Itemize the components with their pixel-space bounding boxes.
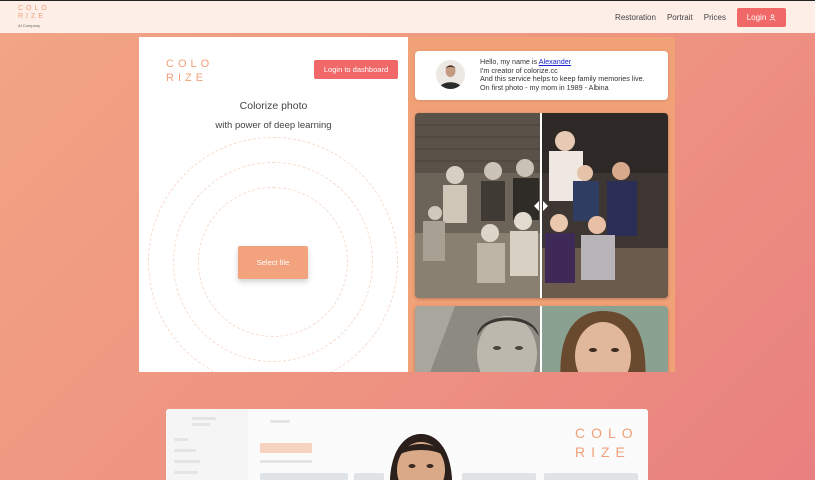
select-file-button[interactable]: Select file [238,246,308,279]
login-to-dashboard-button[interactable]: Login to dashboard [314,60,398,79]
nav-logo-line1: COLO [18,5,50,12]
upload-card: COLO RIZE Login to dashboard Colorize ph… [139,37,408,372]
before-after-photo-1[interactable] [415,113,668,298]
creator-intro-card: Hello, my name is Alexander I'm creator … [415,51,668,100]
photo-2-colorized [541,306,668,372]
preview-placeholder-line [192,423,210,426]
login-button-label: Login [746,13,767,22]
preview-thumb [462,473,536,480]
preview-placeholder-line [174,460,200,463]
hero-tagline-1: Colorize photo [239,100,308,112]
before-after-photo-2[interactable] [415,306,668,372]
login-button[interactable]: Login [737,8,786,27]
avatar [436,60,465,89]
preview-thumb [354,473,384,480]
nav-logo[interactable]: COLO RIZE AI Company [18,5,50,30]
user-icon [769,14,776,21]
preview-placeholder-line [174,471,198,474]
preview-placeholder-line [192,417,216,420]
preview-thumb [544,473,638,480]
preview-placeholder-line [174,438,188,441]
compare-divider-2[interactable] [540,306,542,372]
showcase-panel: Hello, my name is Alexander I'm creator … [408,37,675,372]
nav-link-portrait[interactable]: Portrait [667,8,693,27]
nav-logo-sub: AI Company [18,23,41,28]
nav-logo-line2: RIZE [18,13,46,20]
preview-placeholder-line [260,460,312,463]
creator-intro-text: Hello, my name is Alexander I'm creator … [480,57,645,92]
intro-line-4: On first photo - my mom in 1989 - Albina [480,82,609,92]
preview-placeholder-line [270,420,290,423]
hero-logo-line1: COLO [166,58,214,70]
hero-logo-line2: RIZE [166,72,208,84]
left-right-arrows-icon[interactable] [533,200,549,212]
preview-logo-line1: COLO [575,425,639,441]
preview-sidebar [166,409,248,480]
top-nav: COLO RIZE AI Company Restoration Portrai… [0,0,815,33]
preview-upload-button [260,443,312,453]
preview-placeholder-line [174,449,196,452]
photo-1-original [415,113,541,298]
hero-logo: COLO RIZE [166,57,213,85]
preview-logo-line2: RIZE [575,444,631,460]
photo-2-original [415,306,541,372]
intro-greeting: Hello, my name is [480,57,539,66]
creator-name-link[interactable]: Alexander [539,57,571,66]
hero-tagline-2: with power of deep learning [215,120,332,131]
nav-link-restoration[interactable]: Restoration [615,8,656,27]
dashboard-preview-image: COLO RIZE [166,409,648,480]
preview-thumb [260,473,348,480]
preview-portrait [389,434,453,480]
nav-links: Restoration Portrait Prices Login [615,8,786,27]
photo-1-colorized [541,113,668,298]
nav-link-prices[interactable]: Prices [704,8,726,27]
preview-logo: COLO RIZE [575,424,639,462]
